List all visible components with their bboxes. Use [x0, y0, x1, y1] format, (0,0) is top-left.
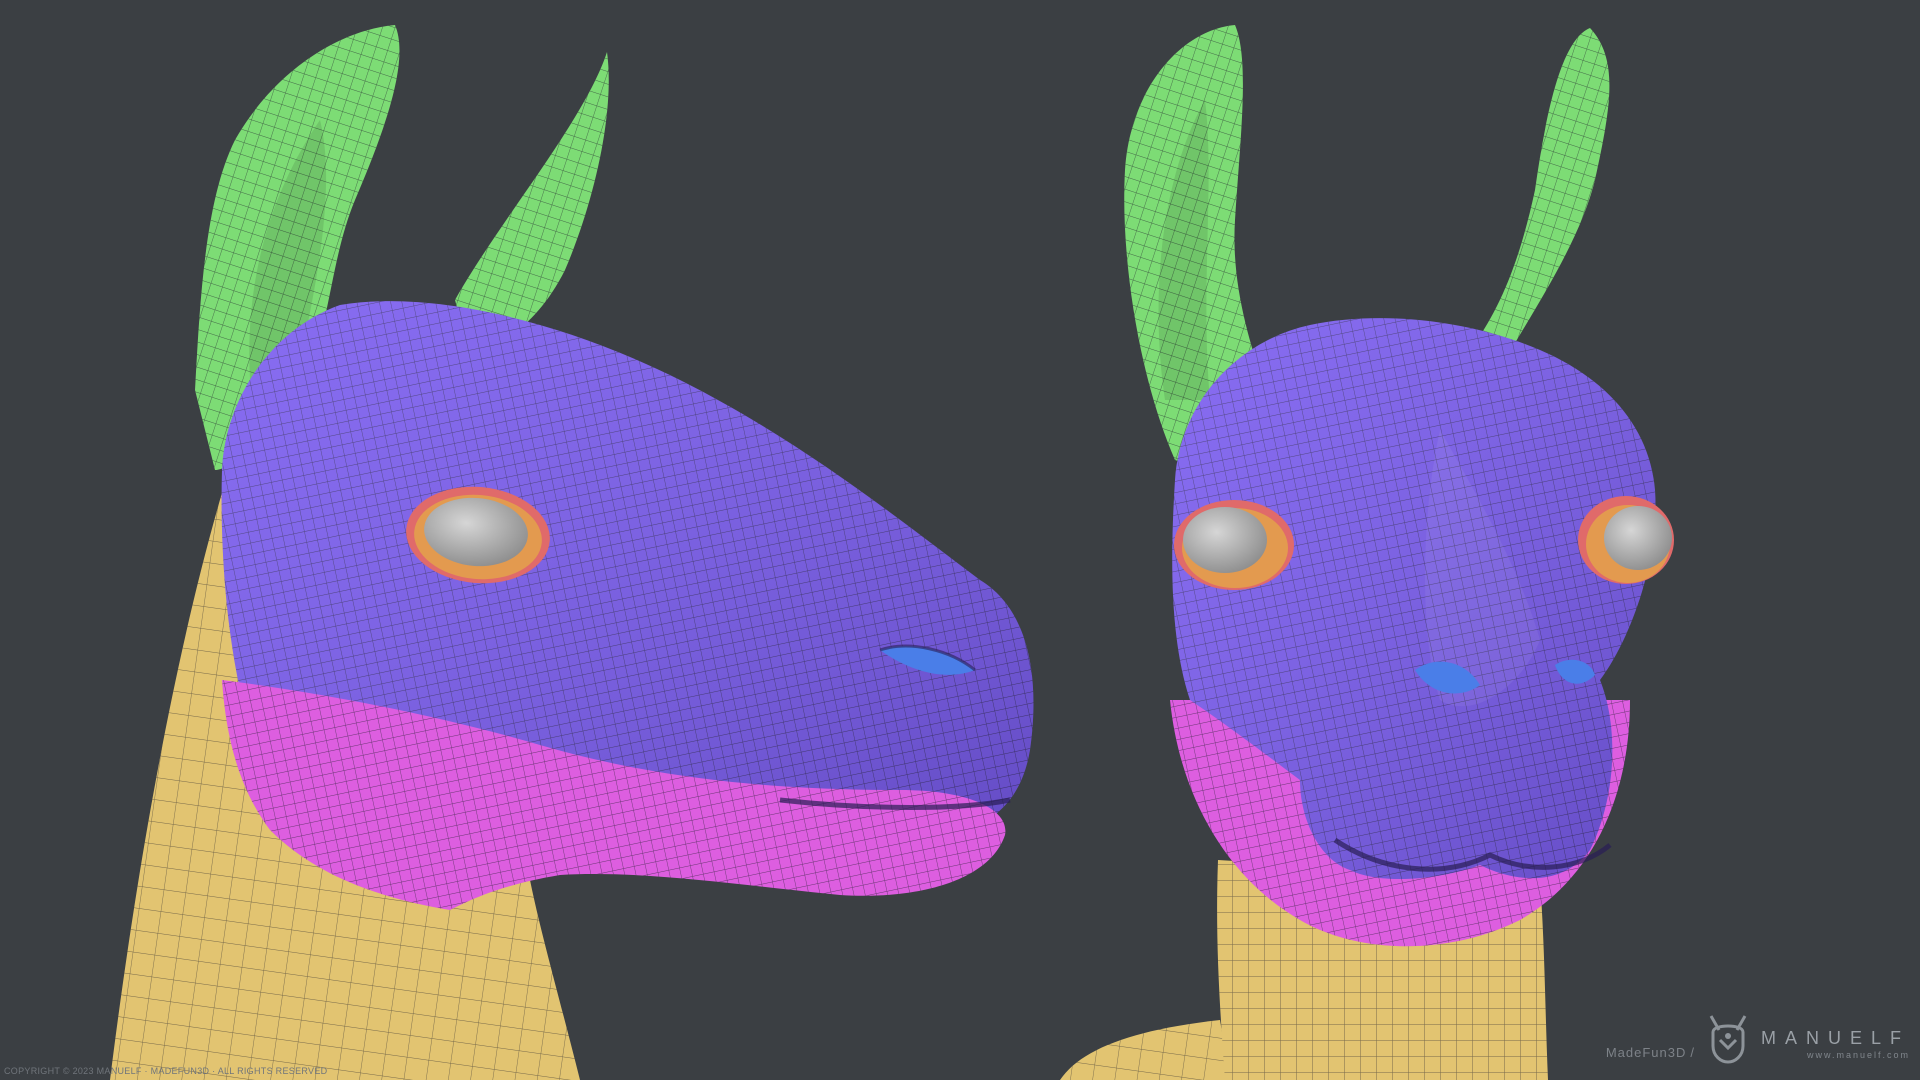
body-polygroup — [1060, 1020, 1230, 1080]
studio-separator: / — [1690, 1045, 1695, 1060]
llama-profile-view — [110, 25, 1034, 1080]
ear-front-right-polygroup — [1470, 28, 1610, 360]
studio-label: MadeFun3D / — [1606, 1045, 1695, 1060]
brand-name: MANUELF — [1760, 1028, 1910, 1048]
brand-logo-icon — [1709, 1015, 1747, 1064]
brand-wordmark: MANUELF www.manuelf.com — [1761, 1028, 1910, 1060]
copyright-notice: COPYRIGHT © 2023 MANUELF · MADEFUN3D · A… — [4, 1066, 328, 1076]
studio-name: MadeFun3D — [1605, 1045, 1687, 1060]
sculpt-viewport — [110, 25, 1674, 1080]
eye-front-right — [1578, 496, 1674, 584]
llama-front-view — [1060, 25, 1674, 1080]
ear-right-polygroup — [455, 52, 609, 355]
eye-front-left — [1174, 500, 1294, 590]
watermark-brand: MadeFun3D / MANUELF www.manuelf.com — [1606, 1006, 1910, 1066]
brand-url: www.manuelf.com — [1806, 1050, 1910, 1060]
